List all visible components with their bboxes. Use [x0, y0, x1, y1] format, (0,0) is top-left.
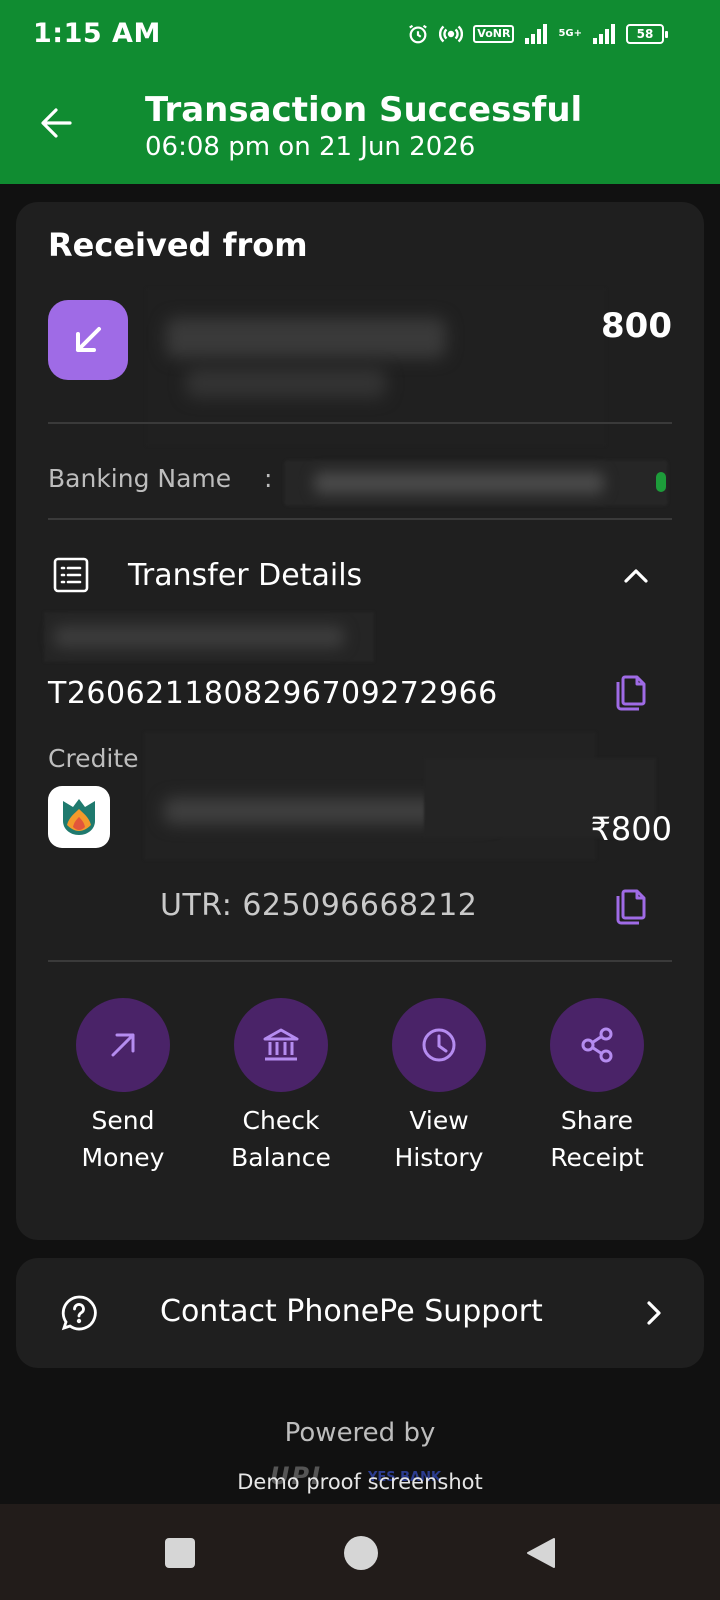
signal-icon [592, 24, 616, 44]
watermark-text: Demo proof screenshot [237, 1470, 483, 1494]
banking-name-label: Banking Name [48, 464, 232, 493]
transaction-id: T2606211808296709272966 [48, 676, 498, 711]
clock-icon [392, 998, 486, 1092]
arrow-down-left-icon [48, 300, 128, 380]
hotspot-icon [439, 22, 464, 46]
alarm-icon [407, 23, 429, 45]
bank-logo [48, 786, 110, 848]
transaction-card: Received from 800 Banking Name : Transfe… [16, 202, 704, 1240]
divider [48, 518, 672, 520]
back-triangle-icon[interactable] [524, 1536, 558, 1570]
powered-by-label: Powered by [284, 1418, 436, 1448]
home-button[interactable] [344, 1536, 378, 1570]
check-balance-label: Check Balance [231, 1106, 331, 1172]
receipt-list-icon [52, 556, 90, 594]
utr-number: UTR: 625096668212 [160, 888, 478, 923]
bank-icon [234, 998, 328, 1092]
share-receipt-button[interactable]: Share Receipt [522, 998, 672, 1188]
redacted-transaction-label [44, 612, 374, 662]
view-history-label: View History [394, 1106, 484, 1172]
divider [48, 422, 672, 424]
share-icon [550, 998, 644, 1092]
transfer-details-label[interactable]: Transfer Details [128, 558, 362, 593]
arrow-up-right-icon [76, 998, 170, 1092]
battery-icon: 58 [626, 24, 668, 44]
vonr-badge: VoNR [473, 25, 515, 43]
system-nav-bar [0, 1504, 720, 1600]
network-type-label: 5G+ [558, 28, 582, 39]
banking-name-colon: : [264, 464, 273, 493]
copy-icon[interactable] [614, 888, 648, 926]
status-bar: 1:15 AM VoNR 5G+ 58 [0, 0, 720, 72]
received-from-label: Received from [48, 226, 308, 264]
view-history-button[interactable]: View History [364, 998, 514, 1188]
recents-button[interactable] [165, 1538, 195, 1568]
transaction-datetime: 06:08 pm on 21 Jun 2026 [145, 132, 476, 162]
received-amount: 800 [601, 306, 672, 346]
status-icons: VoNR 5G+ 58 [407, 22, 668, 46]
arrow-left-icon[interactable] [36, 102, 78, 144]
credited-amount: ₹800 [590, 810, 672, 848]
chevron-up-icon[interactable] [620, 560, 652, 592]
contact-support-label: Contact PhonePe Support [160, 1294, 543, 1329]
app-header: Transaction Successful 06:08 pm on 21 Ju… [0, 72, 720, 184]
chevron-right-icon [636, 1296, 670, 1330]
quick-actions: Send Money Check Balance View History Share… [48, 998, 672, 1188]
contact-support-button[interactable]: Contact PhonePe Support [16, 1258, 704, 1368]
share-receipt-label: Share Receipt [550, 1106, 644, 1172]
send-money-button[interactable]: Send Money [48, 998, 198, 1188]
verified-icon [656, 472, 666, 492]
signal-icon [524, 24, 548, 44]
redacted-banking-name [284, 460, 668, 506]
copy-icon[interactable] [614, 674, 648, 712]
page-title: Transaction Successful [145, 90, 583, 130]
check-balance-button[interactable]: Check Balance [206, 998, 356, 1188]
credited-to-label: Credite [48, 744, 139, 773]
send-money-label: Send Money [81, 1106, 165, 1172]
help-chat-icon [60, 1294, 98, 1332]
status-time: 1:15 AM [33, 18, 161, 49]
divider [48, 960, 672, 962]
